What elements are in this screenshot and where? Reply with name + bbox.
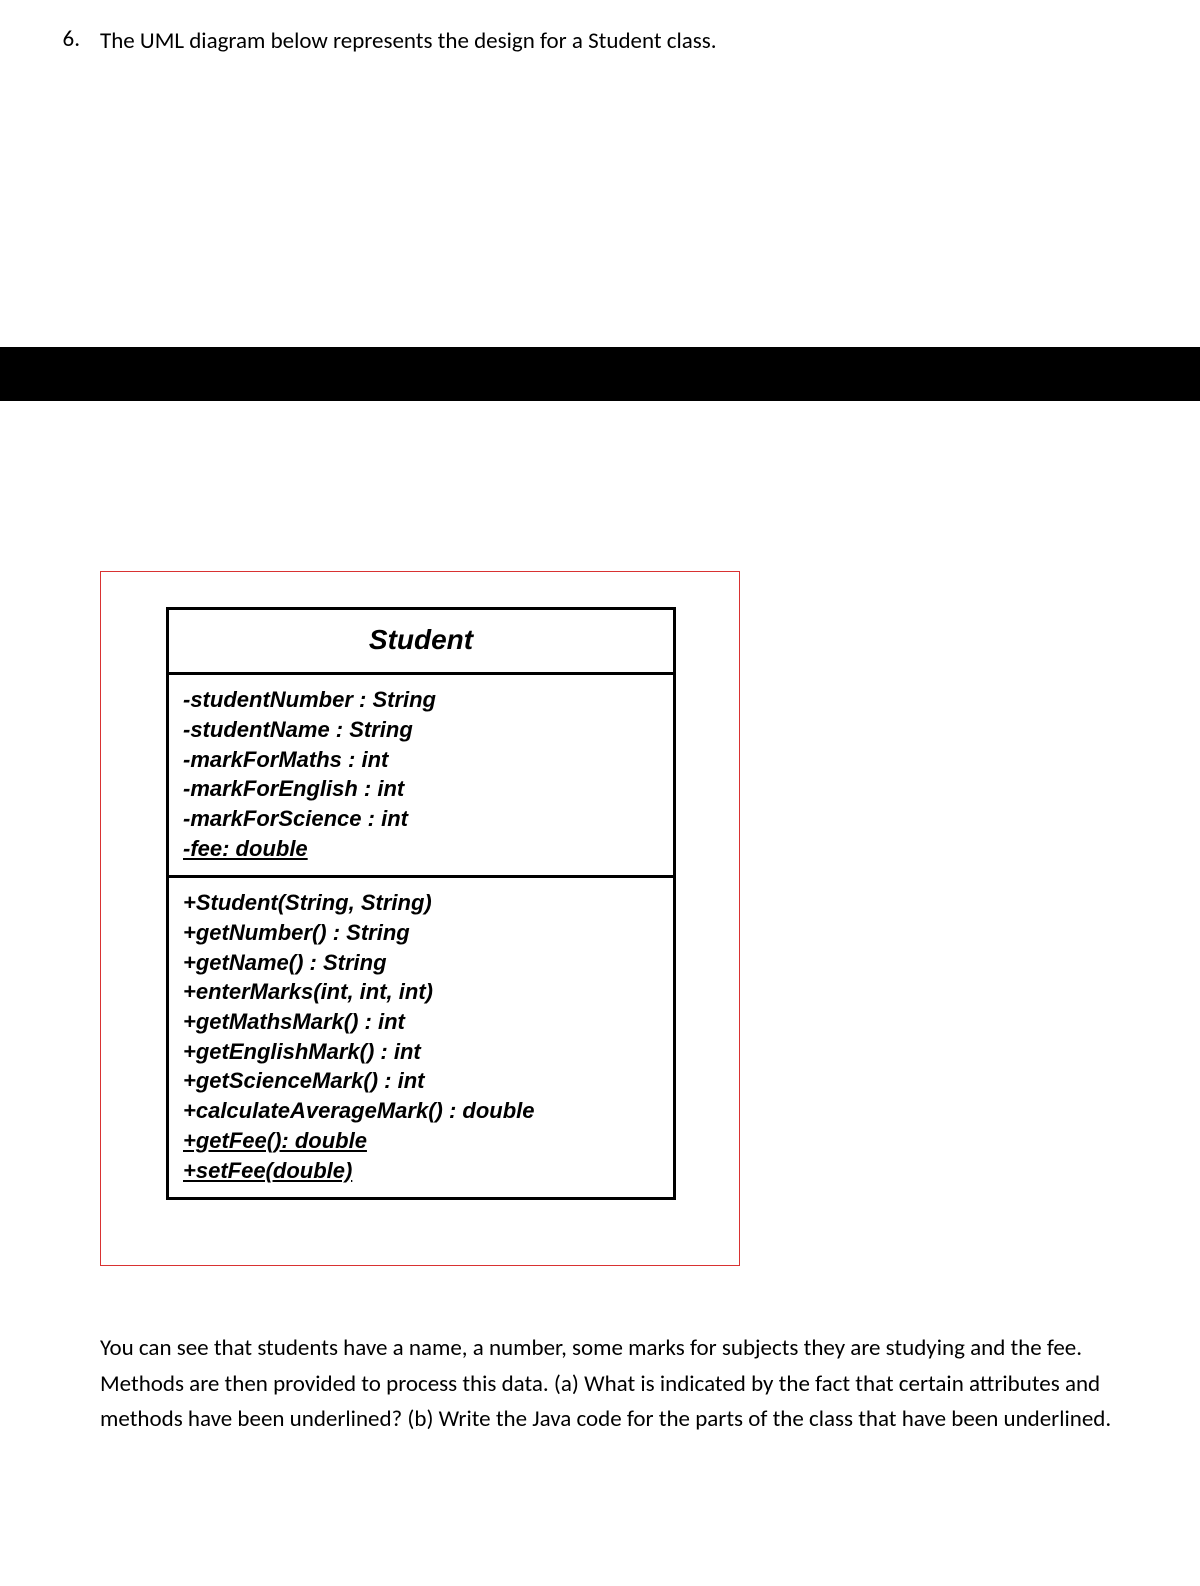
- uml-attribute-text: -fee: double: [183, 836, 308, 861]
- question-row: 6. The UML diagram below represents the …: [50, 25, 1150, 57]
- question-intro: The UML diagram below represents the des…: [100, 25, 717, 57]
- uml-method-row: +getEnglishMark() : int: [183, 1037, 659, 1067]
- uml-method-row: +getMathsMark() : int: [183, 1007, 659, 1037]
- uml-attribute-row: -studentName : String: [183, 715, 659, 745]
- uml-class-box: Student -studentNumber : String-studentN…: [166, 607, 676, 1200]
- uml-class-name: Student: [169, 610, 673, 675]
- uml-attributes-section: -studentNumber : String-studentName : St…: [169, 675, 673, 878]
- separator-bar: [0, 347, 1200, 401]
- uml-method-row: +getName() : String: [183, 948, 659, 978]
- question-number: 6.: [50, 25, 80, 57]
- uml-method-row: +setFee(double): [183, 1156, 659, 1186]
- uml-method-row: +getFee(): double: [183, 1126, 659, 1156]
- uml-attribute-row: -fee: double: [183, 834, 659, 864]
- uml-method-text: +getFee(): double: [183, 1128, 367, 1153]
- uml-attribute-row: -markForEnglish : int: [183, 774, 659, 804]
- uml-methods-section: +Student(String, String)+getNumber() : S…: [169, 878, 673, 1197]
- uml-method-row: +getNumber() : String: [183, 918, 659, 948]
- uml-attribute-row: -studentNumber : String: [183, 685, 659, 715]
- diagram-area: Student -studentNumber : String-studentN…: [0, 401, 1200, 1296]
- question-body: You can see that students have a name, a…: [0, 1296, 1200, 1478]
- diagram-outline: Student -studentNumber : String-studentN…: [100, 571, 740, 1266]
- uml-method-row: +calculateAverageMark() : double: [183, 1096, 659, 1126]
- uml-attribute-row: -markForScience : int: [183, 804, 659, 834]
- uml-attribute-row: -markForMaths : int: [183, 745, 659, 775]
- uml-method-row: +enterMarks(int, int, int): [183, 977, 659, 1007]
- uml-method-text: +setFee(double): [183, 1158, 352, 1183]
- uml-method-row: +getScienceMark() : int: [183, 1066, 659, 1096]
- question-header: 6. The UML diagram below represents the …: [0, 0, 1200, 57]
- uml-method-row: +Student(String, String): [183, 888, 659, 918]
